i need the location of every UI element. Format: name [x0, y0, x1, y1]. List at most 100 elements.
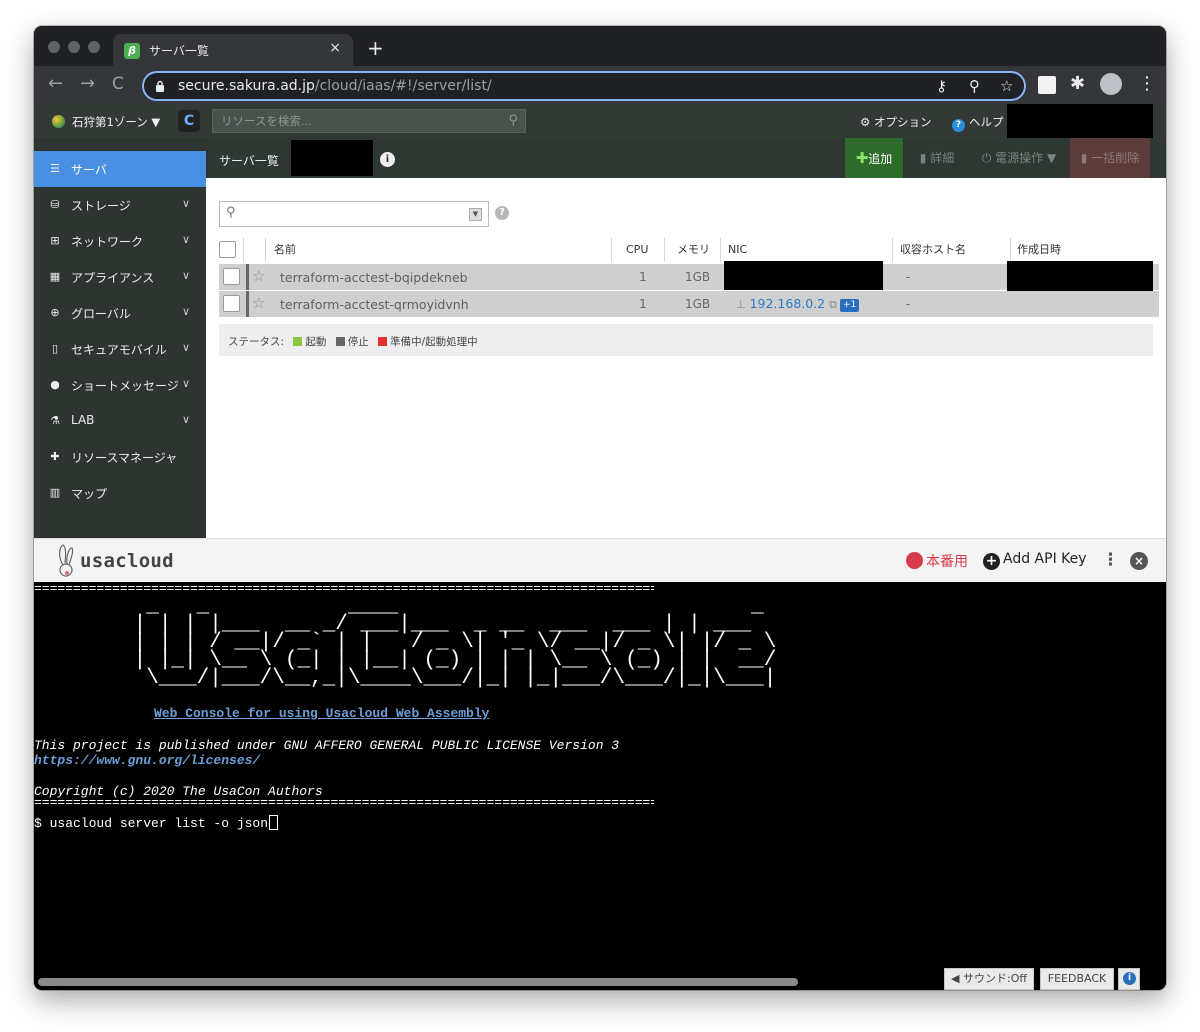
address-bar[interactable]: secure.sakura.ad.jp/cloud/iaas/#!/server…: [142, 71, 1026, 101]
forward-icon[interactable]: →: [80, 74, 95, 94]
star-icon[interactable]: ☆: [252, 295, 265, 312]
chat-icon: ●: [50, 378, 60, 391]
browser-tab[interactable]: β サーバ一覧 ×: [113, 34, 353, 66]
table-row[interactable]: ☆ terraform-acctest-qrmoyidvnh 1 1GB ⊥ 1…: [219, 291, 1159, 317]
terminal-rule: ========================================…: [34, 798, 654, 808]
server-cpu: 1: [639, 297, 647, 311]
terminal-rule: ========================================…: [34, 584, 654, 594]
status-indicator: [246, 291, 249, 317]
column-name[interactable]: 名前: [274, 236, 296, 264]
sound-toggle-button[interactable]: ◀ サウンド:Off: [944, 968, 1034, 990]
status-legend: ステータス: 起動 停止 準備中/起動処理中: [219, 324, 1153, 356]
column-memory[interactable]: メモリ: [677, 236, 710, 264]
globe-icon: ⊕: [50, 306, 60, 319]
sidebar-item-global[interactable]: ⊕ グローバル ∨: [34, 295, 206, 331]
chevron-down-icon: ∨: [182, 197, 191, 210]
web-console-link[interactable]: Web Console for using Usacloud Web Assem…: [154, 706, 489, 721]
zoom-icon[interactable]: ⚲: [969, 77, 980, 95]
options-button[interactable]: ⚙ オプション: [860, 114, 931, 130]
bulk-delete-button[interactable]: ▮ 一括削除: [1070, 138, 1150, 178]
search-icon: ⚲: [226, 205, 236, 220]
column-created[interactable]: 作成日時: [1017, 236, 1061, 264]
server-memory: 1GB: [685, 270, 711, 284]
sidebar-item-network[interactable]: ⊞ ネットワーク ∨: [34, 223, 206, 259]
app-header: 石狩第1ゾーン ▼ C ⚲ ⚙ オプション ?ヘルプ: [34, 104, 1166, 138]
resource-search-input[interactable]: [213, 110, 493, 132]
sidebar-item-lab[interactable]: ⚗ LAB ∨: [34, 403, 206, 439]
star-icon[interactable]: ☆: [252, 268, 265, 285]
account-menu-redacted[interactable]: [1007, 104, 1153, 138]
bookmark-star-icon[interactable]: ☆: [1000, 77, 1013, 95]
sidebar-item-server[interactable]: ☰ サーバ: [34, 151, 206, 187]
server-host: -: [906, 297, 911, 311]
column-cpu[interactable]: CPU: [626, 236, 648, 264]
server-list-panel: ⚲ ▼ ? 名前 CPU メモリ NIC 収容ホスト名 作成日時 ☆ terra…: [206, 178, 1166, 538]
content-toolbar: サーバ一覧 i ✚追加 ▮ 詳細 ⏻ 電源操作 ▼ ▮ 一括削除: [206, 138, 1166, 178]
sidebar-item-secure-mobile[interactable]: ▯ セキュアモバイル ∨: [34, 331, 206, 367]
copy-icon[interactable]: ⧉: [829, 298, 837, 311]
row-checkbox[interactable]: [223, 268, 240, 285]
storage-icon: ⛁: [50, 198, 60, 211]
new-tab-button[interactable]: +: [367, 38, 384, 58]
license-url-link[interactable]: https://www.gnu.org/licenses/: [34, 753, 260, 768]
terminal-cursor: [269, 815, 279, 830]
power-icon: ⏻: [981, 151, 992, 165]
power-button[interactable]: ⏻ 電源操作 ▼: [972, 138, 1066, 178]
terminal-prompt[interactable]: $ usacloud server list -o json: [34, 815, 279, 831]
nic-extra-badge[interactable]: +1: [839, 299, 860, 312]
sidebar-item-appliance[interactable]: ▦ アプライアンス ∨: [34, 259, 206, 295]
chevron-down-icon: ∨: [182, 305, 191, 318]
filter-dropdown-icon[interactable]: ▼: [469, 208, 482, 221]
status-running-swatch: [293, 337, 303, 346]
chevron-down-icon: ∨: [182, 377, 191, 390]
network-icon: ⊞: [50, 234, 60, 247]
browser-toolbar: ← → C secure.sakura.ad.jp/cloud/iaas/#!/…: [34, 66, 1166, 104]
feedback-button[interactable]: FEEDBACK: [1040, 968, 1114, 990]
select-all-checkbox[interactable]: [219, 241, 236, 258]
close-console-button[interactable]: ×: [1130, 552, 1148, 570]
page-title: サーバ一覧: [219, 154, 279, 168]
zone-selector[interactable]: 石狩第1ゾーン ▼: [72, 114, 160, 130]
usacloud-bar: usacloud 本番用 + Add API Key ⋮ ×: [34, 538, 1166, 582]
url-text: secure.sakura.ad.jp/cloud/iaas/#!/server…: [178, 78, 492, 94]
puzzle-extensions-icon[interactable]: ✱: [1070, 74, 1085, 94]
environment-label[interactable]: 本番用: [906, 551, 968, 571]
refresh-button[interactable]: C: [178, 110, 200, 132]
license-text: This project is published under GNU AFFE…: [34, 738, 620, 753]
info-button[interactable]: i: [1118, 968, 1140, 990]
more-options-icon[interactable]: ⋮: [1102, 550, 1119, 570]
column-host[interactable]: 収容ホスト名: [900, 236, 966, 264]
server-nic[interactable]: ⊥ 192.168.0.2 ⧉ +1: [736, 296, 860, 312]
filter-help-icon[interactable]: ?: [495, 206, 509, 220]
add-api-key-button[interactable]: + Add API Key: [983, 551, 1087, 570]
redacted-label: [291, 140, 373, 176]
horizontal-scrollbar[interactable]: [38, 978, 798, 986]
key-icon[interactable]: ⚷: [936, 77, 947, 95]
back-icon[interactable]: ←: [48, 74, 63, 94]
terminal[interactable]: ========================================…: [34, 582, 1166, 990]
sidebar-item-short-message[interactable]: ● ショートメッセージ ∨: [34, 367, 206, 403]
filter-input[interactable]: [240, 204, 460, 224]
browser-window: β サーバ一覧 × + ← → C secure.sakura.ad.jp/cl…: [34, 26, 1166, 990]
table-row[interactable]: ☆ terraform-acctest-bqipdekneb 1 1GB -: [219, 261, 1159, 316]
add-button[interactable]: ✚追加: [845, 138, 903, 178]
info-icon[interactable]: i: [380, 152, 395, 167]
minimize-window-button[interactable]: [68, 41, 80, 53]
sidebar-item-resource-manager[interactable]: ✚ リソースマネージャ: [34, 439, 206, 475]
profile-avatar-icon[interactable]: [1100, 73, 1122, 95]
help-button[interactable]: ? ヘルプ: [952, 114, 1004, 132]
status-stopped-swatch: [335, 337, 345, 346]
plus-circle-icon: +: [983, 553, 1000, 570]
tab-close-button[interactable]: ×: [329, 40, 341, 56]
sidebar-item-map[interactable]: ▥ マップ: [34, 475, 206, 511]
reload-icon[interactable]: C: [112, 74, 124, 94]
detail-button[interactable]: ▮ 詳細: [907, 138, 967, 178]
status-preparing-swatch: [378, 337, 388, 346]
column-nic[interactable]: NIC: [728, 236, 747, 264]
row-checkbox[interactable]: [223, 295, 240, 312]
extension-icon[interactable]: [1038, 76, 1056, 94]
sidebar-item-storage[interactable]: ⛁ ストレージ ∨: [34, 187, 206, 223]
close-window-button[interactable]: [48, 41, 60, 53]
menu-kebab-icon[interactable]: ⋮: [1138, 74, 1156, 94]
zoom-window-button[interactable]: [88, 41, 100, 53]
